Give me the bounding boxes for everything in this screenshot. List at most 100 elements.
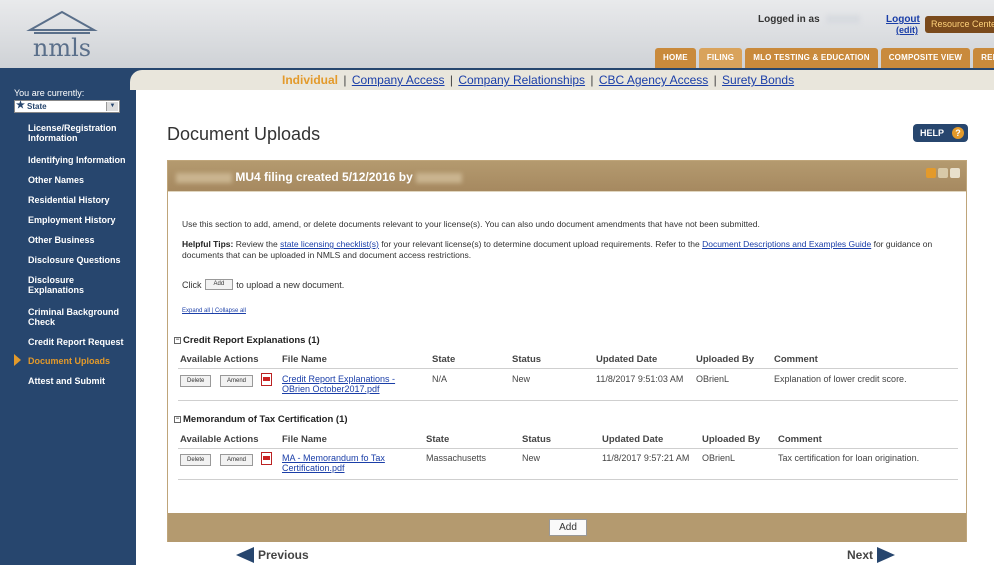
file-name-cell: Credit Report Explanations - OBrien Octo… (282, 374, 422, 394)
sidebar-item-credit-report-request[interactable]: Credit Report Request (28, 337, 132, 347)
panel-title: MU4 filing created 5/12/2016 by (176, 170, 463, 184)
sidebar-item-document-uploads[interactable]: Document Uploads (28, 356, 132, 366)
tab-home[interactable]: HOME (655, 48, 696, 68)
logo-text: nmls (33, 34, 91, 62)
login-info: Logged in as Logout (edit) (758, 14, 920, 35)
subnav-surety-bonds[interactable]: Surety Bonds (722, 73, 794, 87)
tab-filing[interactable]: FILING (698, 48, 743, 68)
nmls-logo: nmls (26, 10, 98, 62)
panel-header-icons (926, 168, 960, 178)
delete-button[interactable]: Delete (180, 375, 212, 387)
state-licensing-checklist-link[interactable]: state licensing checklist(s) (280, 239, 379, 249)
collapse-toggle-icon[interactable]: − (174, 415, 181, 423)
subnav-individual[interactable]: Individual (282, 73, 338, 87)
header-divider (178, 448, 958, 449)
tab-renewals[interactable]: RENEWALS (973, 48, 994, 68)
delete-button[interactable]: Delete (180, 454, 212, 466)
file-link[interactable]: Credit Report Explanations - OBrien Octo… (282, 374, 395, 394)
state-cell: N/A (432, 374, 448, 384)
sidebar-item-disclosure-questions[interactable]: Disclosure Questions (28, 255, 132, 265)
document-descriptions-guide-link[interactable]: Document Descriptions and Examples Guide (702, 239, 871, 249)
arrow-left-icon (236, 547, 254, 563)
col-state: State (426, 434, 450, 445)
top-header: nmls Logged in as Logout (edit) Resource… (0, 0, 994, 68)
file-link[interactable]: MA - Memorandum fo Tax Certification.pdf (282, 453, 385, 473)
help-label: HELP (920, 128, 945, 138)
uploaded-by-cell: OBrienL (696, 374, 730, 384)
status-cell: New (512, 374, 531, 384)
amend-button[interactable]: Amend (220, 375, 254, 387)
help-button[interactable]: HELP ? (913, 124, 968, 142)
resource-center-button[interactable]: Resource Center (925, 16, 994, 33)
sidebar-item-criminal-background-check[interactable]: Criminal Background Check (28, 307, 132, 327)
col-status: Status (512, 354, 542, 365)
col-updated-date: Updated Date (602, 434, 664, 445)
sidebar-item-employment-history[interactable]: Employment History (28, 215, 132, 225)
tips-part1: Review the (235, 239, 278, 249)
uploaded-by-cell: OBrienL (702, 453, 736, 463)
row-divider (178, 479, 958, 480)
expand-collapse-links: Expand all | Collapse all (182, 308, 246, 314)
subnav-company-access[interactable]: Company Access (352, 73, 445, 87)
col-comment: Comment (778, 434, 822, 445)
document-uploads-panel: MU4 filing created 5/12/2016 by Use this… (167, 160, 967, 542)
col-updated-date: Updated Date (596, 354, 658, 365)
logout-link[interactable]: Logout (886, 14, 920, 25)
add-document-button[interactable]: Add (549, 519, 587, 536)
pdf-icon[interactable] (261, 373, 272, 386)
panel-header: MU4 filing created 5/12/2016 by (168, 161, 966, 191)
help-circle-icon[interactable] (926, 168, 936, 178)
next-button[interactable]: Next (847, 547, 896, 563)
you-are-currently-label: You are currently: (14, 88, 85, 98)
add-instruction: Click Add to upload a new document. (182, 279, 344, 290)
section-title: Credit Report Explanations (183, 335, 306, 346)
creator-redacted (416, 172, 463, 183)
sub-navigation: Individual | Company Access | Company Re… (130, 70, 994, 90)
dropdown-arrow-icon: ▼ (106, 102, 118, 111)
star-icon: ★ (16, 100, 25, 111)
section-credit-report-explanations[interactable]: − Credit Report Explanations (1) (174, 335, 320, 346)
sidebar-item-identifying-information[interactable]: Identifying Information (28, 155, 132, 165)
comment-cell: Tax certification for loan origination. (778, 453, 920, 463)
col-available-actions: Available Actions (180, 354, 259, 365)
intro-text: Use this section to add, amend, or delet… (182, 219, 760, 229)
tab-composite-view[interactable]: COMPOSITE VIEW (880, 48, 971, 68)
collapse-all-link[interactable]: Collapse all (215, 308, 246, 314)
file-name-cell: MA - Memorandum fo Tax Certification.pdf (282, 453, 412, 473)
col-state: State (432, 354, 456, 365)
page-title: Document Uploads (167, 124, 321, 144)
expand-all-link[interactable]: Expand all (182, 308, 210, 314)
collapse-toggle-icon[interactable]: − (174, 336, 181, 344)
tab-mlo-testing[interactable]: MLO TESTING & EDUCATION (745, 48, 878, 68)
sidebar-item-other-business[interactable]: Other Business (28, 235, 132, 245)
amend-button[interactable]: Amend (220, 454, 254, 466)
panel-title-text: MU4 filing created 5/12/2016 by (235, 170, 413, 184)
previous-button[interactable]: Previous (236, 547, 309, 563)
print-icon[interactable] (950, 168, 960, 178)
sidebar-item-disclosure-explanations[interactable]: Disclosure Explanations (28, 275, 132, 295)
pdf-icon[interactable] (261, 452, 272, 465)
col-comment: Comment (774, 354, 818, 365)
sidebar-item-attest-and-submit[interactable]: Attest and Submit (28, 376, 132, 386)
comment-cell: Explanation of lower credit score. (774, 374, 907, 384)
question-icon: ? (952, 127, 964, 139)
add-inline-button[interactable]: Add (204, 279, 234, 290)
section-memorandum-tax-certification[interactable]: − Memorandum of Tax Certification (1) (174, 414, 348, 425)
col-file-name: File Name (282, 434, 327, 445)
subnav-cbc-agency-access[interactable]: CBC Agency Access (599, 73, 708, 87)
name-redacted (176, 172, 232, 183)
section-title: Memorandum of Tax Certification (183, 414, 334, 425)
panel-footer: Add (168, 513, 966, 542)
expand-icon[interactable] (938, 168, 948, 178)
arrow-right-icon (877, 547, 896, 563)
state-select[interactable]: ★ State ▼ (14, 100, 120, 113)
sidebar-item-license-registration[interactable]: License/Registration Information (28, 123, 132, 143)
sidebar-item-residential-history[interactable]: Residential History (28, 195, 132, 205)
col-file-name: File Name (282, 354, 327, 365)
main-tabs: HOME FILING MLO TESTING & EDUCATION COMP… (655, 48, 994, 68)
edit-link[interactable]: (edit) (896, 25, 918, 35)
subnav-company-relationships[interactable]: Company Relationships (458, 73, 585, 87)
col-uploaded-by: Uploaded By (696, 354, 755, 365)
state-select-value: State (27, 102, 47, 111)
sidebar-item-other-names[interactable]: Other Names (28, 175, 132, 185)
